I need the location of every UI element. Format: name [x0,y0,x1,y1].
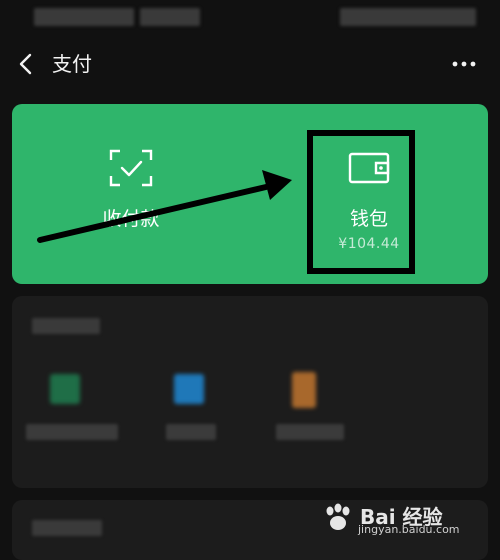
service-icon-blurred [50,374,80,404]
section-title-blurred [32,520,102,536]
page-title: 支付 [52,52,92,76]
scan-qr-icon [109,149,153,187]
pay-card: 收付款 钱包 ¥104.44 [12,104,488,284]
service-item[interactable] [274,372,394,464]
services-section [12,296,488,488]
status-bar-blurred-center [140,8,200,26]
status-bar-blurred-left [34,8,134,26]
baidu-jingyan-watermark: Bai 经验 jingyan.baidu.com [318,499,478,539]
section-title-blurred [32,318,100,334]
service-item[interactable] [162,374,282,464]
service-label-blurred [26,424,118,440]
service-label-blurred [276,424,344,440]
collect-payment-label: 收付款 [102,208,160,230]
service-icon-blurred [292,372,316,408]
collect-payment-button[interactable]: 收付款 [12,104,250,284]
service-label-blurred [166,424,216,440]
chevron-left-icon [19,53,32,75]
service-icon-blurred [174,374,204,404]
more-dots-icon [452,61,476,67]
annotation-highlight-box [307,130,415,274]
status-bar [0,0,500,34]
watermark-url: jingyan.baidu.com [358,523,460,536]
paw-logo-icon [326,503,350,530]
back-button[interactable] [14,50,38,78]
more-button[interactable] [452,54,476,74]
status-bar-blurred-right [340,8,476,26]
service-item[interactable] [22,374,142,464]
nav-bar: 支付 [0,40,500,90]
